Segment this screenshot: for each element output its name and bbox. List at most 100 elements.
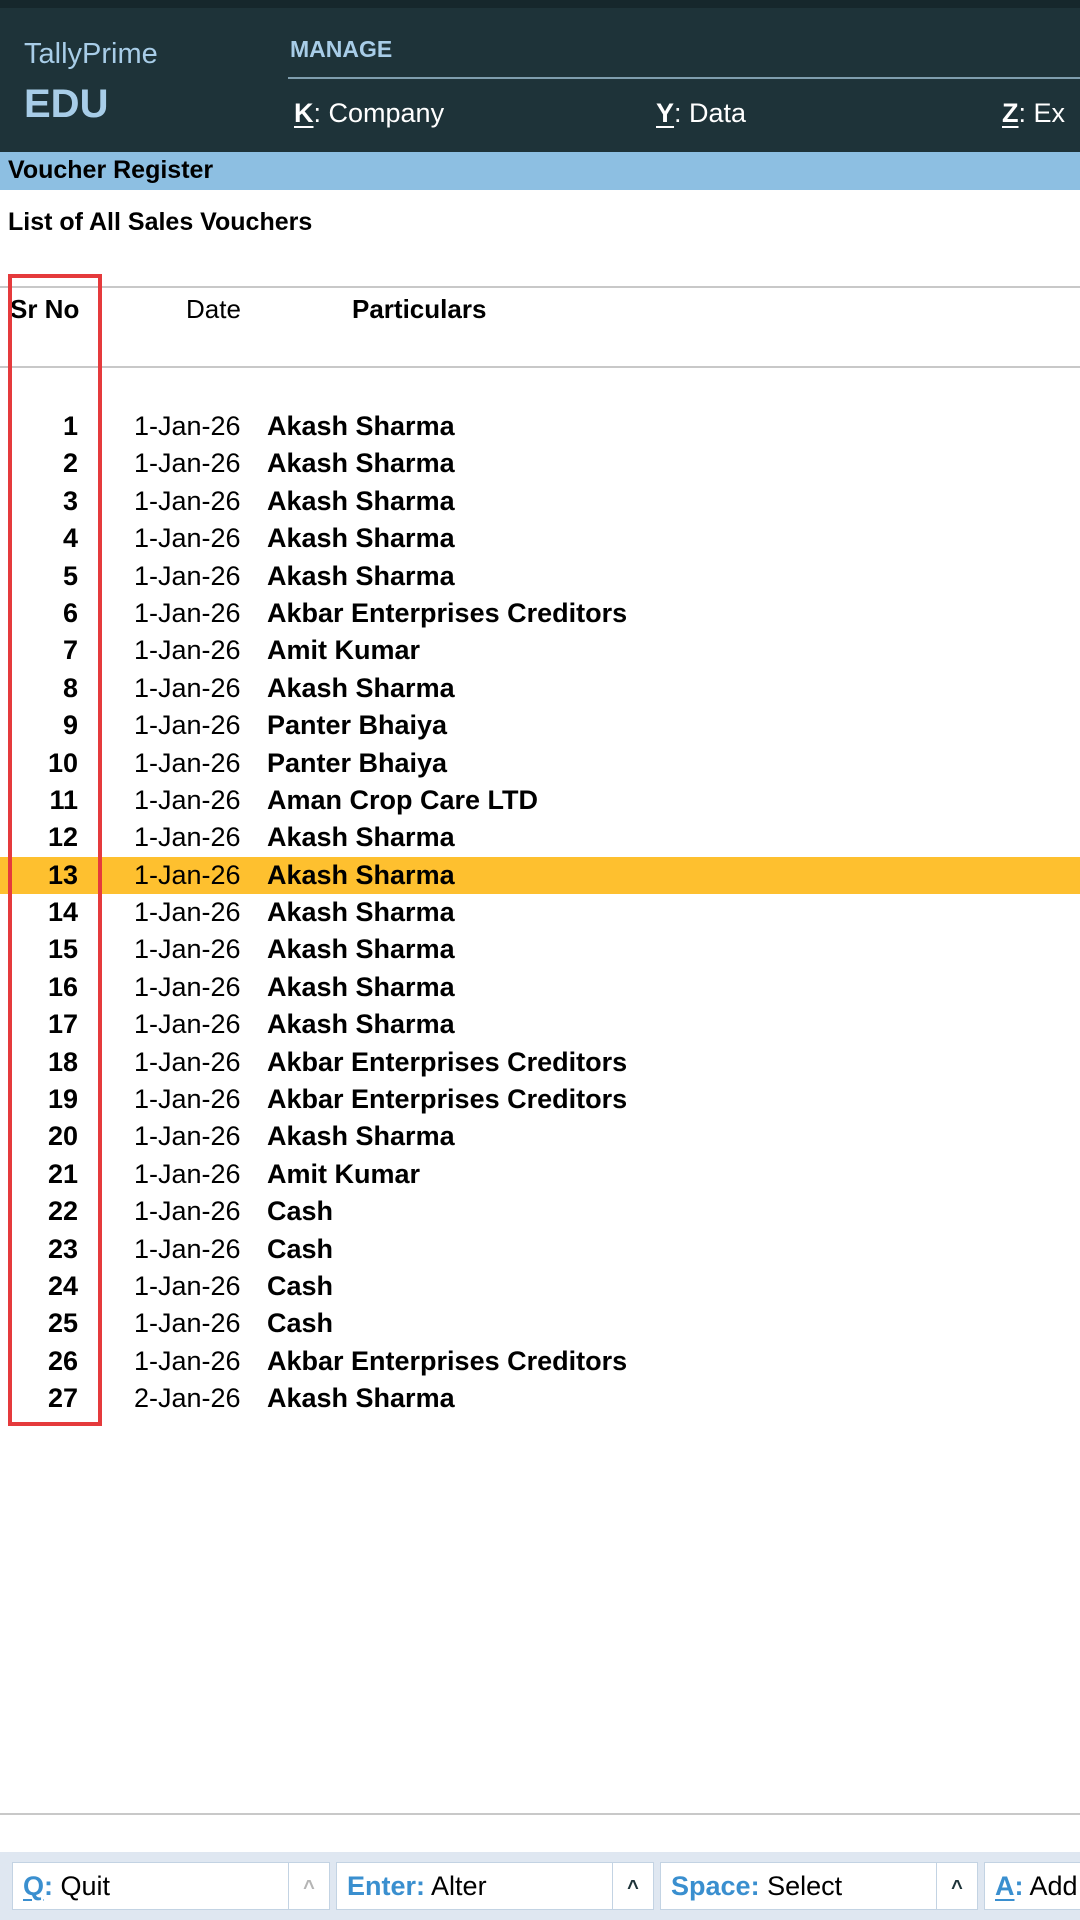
particulars-cell: Akash Sharma (267, 1009, 455, 1040)
button-text: Select (759, 1871, 843, 1901)
button-text: Add (1023, 1871, 1078, 1901)
brand-edition: EDU (24, 82, 109, 126)
date-cell: 1-Jan-26 (134, 934, 241, 965)
particulars-cell: Panter Bhaiya (267, 710, 448, 741)
menu-key: Y (656, 98, 675, 128)
table-row[interactable]: 8 1-Jan-26 Akash Sharma (0, 670, 1080, 707)
table-row[interactable]: 1 1-Jan-26 Akash Sharma (0, 408, 1080, 445)
menu-label: Data (681, 98, 747, 128)
date-cell: 1-Jan-26 (134, 672, 241, 703)
date-cell: 1-Jan-26 (134, 1046, 241, 1077)
button-key: Q (23, 1871, 45, 1901)
table-row[interactable]: 3 1-Jan-26 Akash Sharma (0, 483, 1080, 520)
menu-item-company[interactable]: K: Company (294, 98, 444, 129)
particulars-cell: Amit Kumar (267, 1158, 421, 1189)
particulars-cell: Akash Sharma (267, 897, 455, 928)
table-row[interactable]: 26 1-Jan-26 Akbar Enterprises Creditors (0, 1343, 1080, 1380)
date-cell: 1-Jan-26 (134, 822, 241, 853)
date-cell: 1-Jan-26 (134, 971, 241, 1002)
particulars-cell: Amit Kumar (267, 635, 421, 666)
table-row[interactable]: 23 1-Jan-26 Cash (0, 1231, 1080, 1268)
table-row[interactable]: 19 1-Jan-26 Akbar Enterprises Creditors (0, 1081, 1080, 1118)
particulars-cell: Akash Sharma (267, 523, 455, 554)
menu-item-exchange[interactable]: Z: Ex (1002, 98, 1065, 129)
select-button[interactable]: Space: Select ^ (660, 1862, 978, 1910)
particulars-cell: Akash Sharma (267, 560, 455, 591)
particulars-cell: Akash Sharma (267, 971, 455, 1002)
alter-button[interactable]: Enter: Alter ^ (336, 1862, 654, 1910)
menu-label: Company (321, 98, 445, 128)
table-row[interactable]: 27 2-Jan-26 Akash Sharma (0, 1380, 1080, 1417)
date-cell: 2-Jan-26 (134, 1383, 241, 1414)
button-key: Enter (347, 1871, 417, 1901)
table-row[interactable]: 13 1-Jan-26 Akash Sharma (0, 856, 1080, 895)
table-row[interactable]: 15 1-Jan-26 Akash Sharma (0, 931, 1080, 968)
particulars-cell: Cash (267, 1308, 334, 1339)
menu-key: K (294, 98, 314, 128)
particulars-cell: Aman Crop Care LTD (267, 784, 539, 815)
report-title-bar: Voucher Register (0, 152, 1080, 190)
table-row[interactable]: 5 1-Jan-26 Akash Sharma (0, 558, 1080, 595)
particulars-cell: Akash Sharma (267, 411, 455, 441)
caret-up-icon[interactable]: ^ (288, 1863, 329, 1909)
date-cell: 1-Jan-26 (134, 523, 241, 554)
date-cell: 1-Jan-26 (134, 1233, 241, 1264)
footer-divider (0, 1813, 1080, 1815)
particulars-cell: Akash Sharma (267, 1121, 455, 1152)
voucher-list: 1 1-Jan-26 Akash Sharma 2 1-Jan-26 Akash Shar… (0, 408, 1080, 1418)
table-row[interactable]: 16 1-Jan-26 Akash Sharma (0, 969, 1080, 1006)
report-title: Voucher Register (8, 156, 214, 184)
add-button[interactable]: A: Add (984, 1862, 1080, 1910)
table-row[interactable]: 21 1-Jan-26 Amit Kumar (0, 1156, 1080, 1193)
date-cell: 1-Jan-26 (134, 1084, 241, 1115)
date-cell: 1-Jan-26 (134, 411, 241, 441)
particulars-cell: Akash Sharma (267, 1383, 455, 1414)
date-cell: 1-Jan-26 (134, 859, 241, 890)
particulars-cell: Panter Bhaiya (267, 747, 448, 778)
caret-up-icon[interactable]: ^ (612, 1863, 653, 1909)
date-cell: 1-Jan-26 (134, 1009, 241, 1040)
column-header-bottom-line (0, 366, 1080, 368)
menu-label: Ex (1026, 98, 1066, 128)
date-cell: 1-Jan-26 (134, 1270, 241, 1301)
table-row[interactable]: 10 1-Jan-26 Panter Bhaiya (0, 745, 1080, 782)
table-row[interactable]: 25 1-Jan-26 Cash (0, 1305, 1080, 1342)
date-cell: 1-Jan-26 (134, 747, 241, 778)
table-row[interactable]: 14 1-Jan-26 Akash Sharma (0, 894, 1080, 931)
table-row[interactable]: 9 1-Jan-26 Panter Bhaiya (0, 707, 1080, 744)
date-cell: 1-Jan-26 (134, 1308, 241, 1339)
button-label: Q: Quit (23, 1863, 110, 1909)
table-row[interactable]: 22 1-Jan-26 Cash (0, 1193, 1080, 1230)
date-cell: 1-Jan-26 (134, 1158, 241, 1189)
date-cell: 1-Jan-26 (134, 1345, 241, 1376)
table-row[interactable]: 17 1-Jan-26 Akash Sharma (0, 1006, 1080, 1043)
table-row[interactable]: 20 1-Jan-26 Akash Sharma (0, 1118, 1080, 1155)
particulars-cell: Akbar Enterprises Creditors (267, 597, 628, 628)
button-label: Space: Select (671, 1863, 842, 1909)
table-row[interactable]: 18 1-Jan-26 Akbar Enterprises Creditors (0, 1044, 1080, 1081)
particulars-cell: Cash (267, 1233, 334, 1264)
particulars-cell: Akash Sharma (267, 859, 455, 890)
button-label: Enter: Alter (347, 1863, 487, 1909)
report-subtitle: List of All Sales Vouchers (8, 208, 313, 236)
date-cell: 1-Jan-26 (134, 784, 241, 815)
button-sep: : (1014, 1871, 1024, 1901)
menu-sep: : (313, 98, 322, 128)
caret-up-icon[interactable]: ^ (936, 1863, 977, 1909)
quit-button[interactable]: Q: Quit ^ (12, 1862, 330, 1910)
column-header-date[interactable]: Date (186, 294, 241, 325)
table-row[interactable]: 7 1-Jan-26 Amit Kumar (0, 632, 1080, 669)
header-top-strip (0, 0, 1080, 8)
table-row[interactable]: 4 1-Jan-26 Akash Sharma (0, 520, 1080, 557)
table-row[interactable]: 2 1-Jan-26 Akash Sharma (0, 445, 1080, 482)
table-row[interactable]: 12 1-Jan-26 Akash Sharma (0, 819, 1080, 856)
menu-item-data[interactable]: Y: Data (656, 98, 746, 129)
particulars-cell: Akash Sharma (267, 822, 455, 853)
particulars-cell: Akbar Enterprises Creditors (267, 1046, 628, 1077)
table-row[interactable]: 11 1-Jan-26 Aman Crop Care LTD (0, 782, 1080, 819)
table-row[interactable]: 6 1-Jan-26 Akbar Enterprises Creditors (0, 595, 1080, 632)
button-text: Alter (425, 1871, 487, 1901)
particulars-cell: Cash (267, 1196, 334, 1227)
column-header-particulars[interactable]: Particulars (352, 294, 486, 325)
table-row[interactable]: 24 1-Jan-26 Cash (0, 1268, 1080, 1305)
